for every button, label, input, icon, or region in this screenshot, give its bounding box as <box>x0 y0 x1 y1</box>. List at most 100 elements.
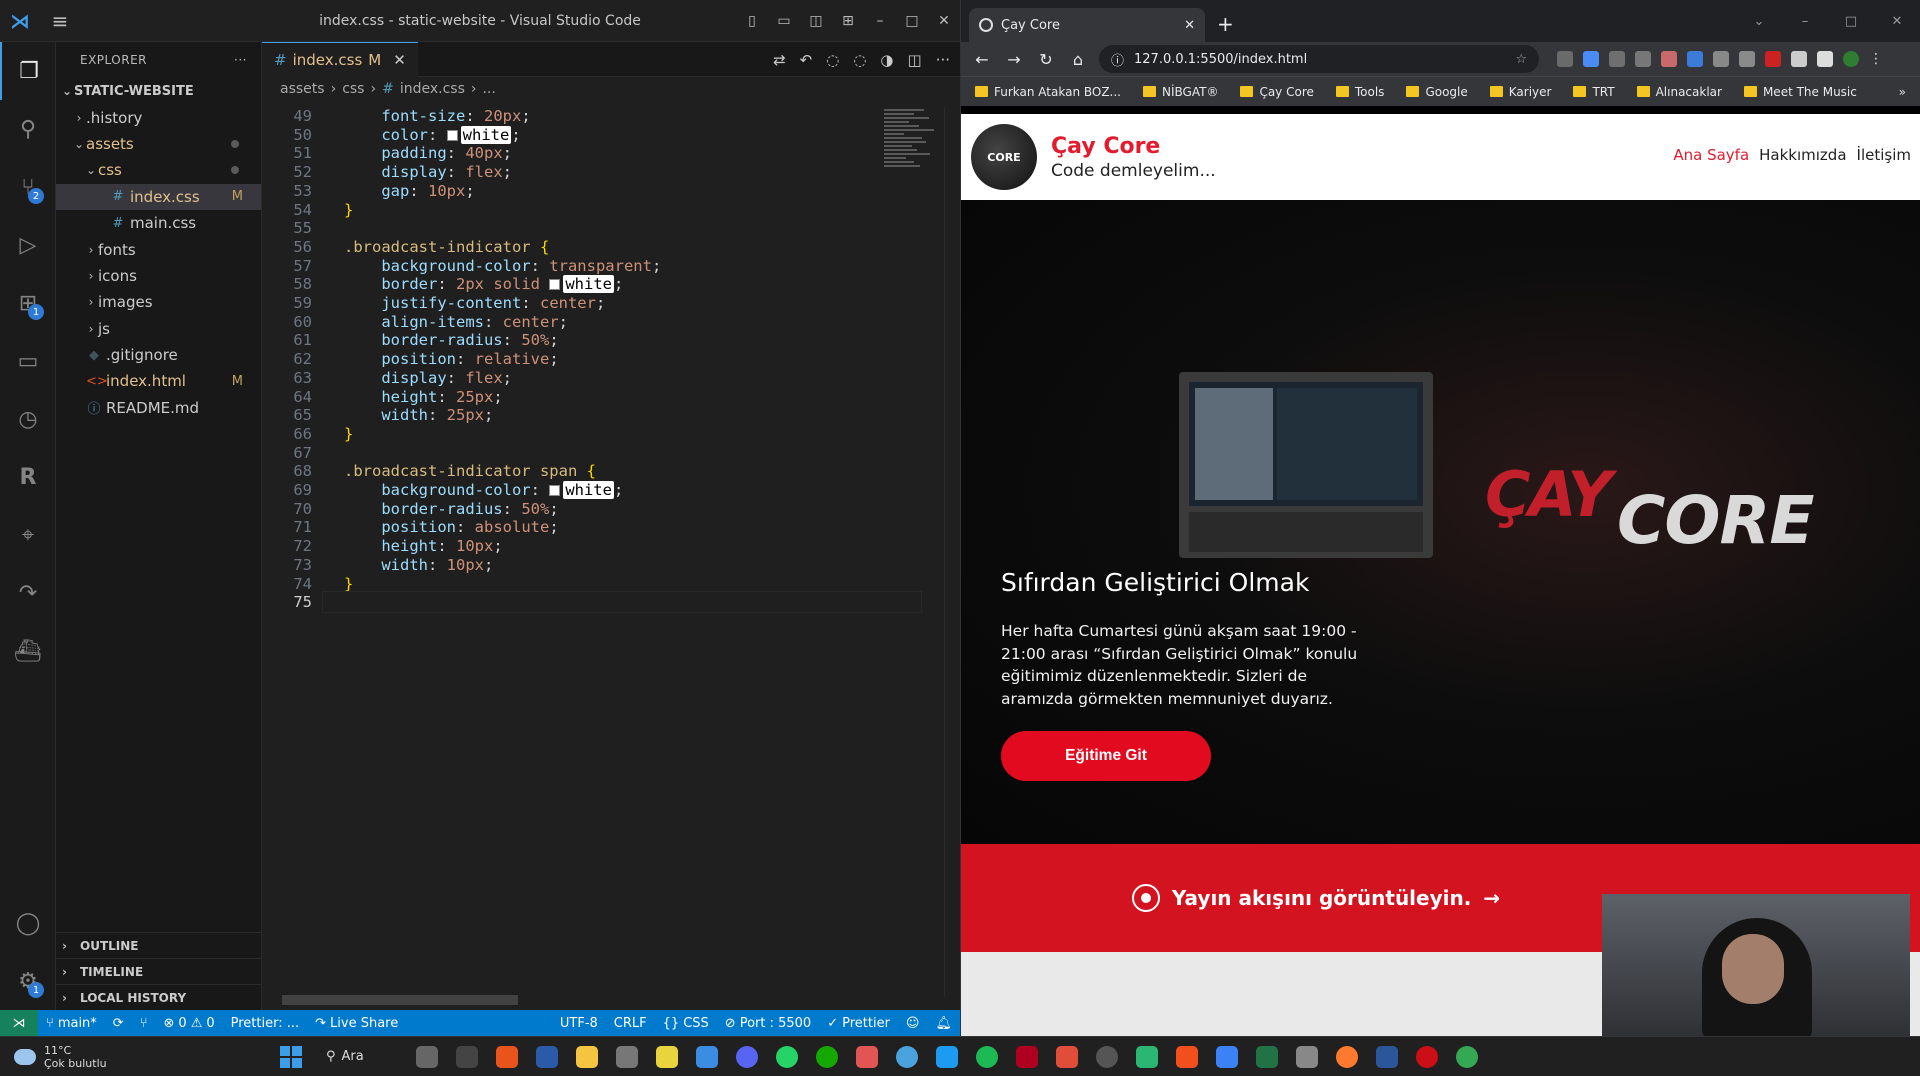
compare-changes-icon[interactable]: ⇄ <box>773 51 786 69</box>
branch-status[interactable]: ⑂ main* <box>38 1016 105 1031</box>
tree-file[interactable]: # index.css M <box>56 183 261 210</box>
bookmark-item[interactable]: Kariyer <box>1489 85 1551 99</box>
site-title[interactable]: Çay Core <box>1051 134 1216 159</box>
spotify-app-icon[interactable] <box>976 1045 998 1068</box>
tree-folder[interactable]: ⌄ assets <box>56 131 261 157</box>
explorer-icon[interactable]: ❐ <box>0 42 56 100</box>
more-actions-icon[interactable]: ··· <box>234 53 247 67</box>
figma-app-icon[interactable] <box>1176 1045 1198 1068</box>
forward-icon[interactable]: → <box>1003 50 1025 69</box>
toggle-panel-icon[interactable]: ▭ <box>768 13 800 29</box>
feedback-icon[interactable]: ☺ <box>898 1016 928 1031</box>
tree-file[interactable]: ◆ .gitignore <box>56 342 261 368</box>
tree-file[interactable]: # main.css <box>56 210 261 236</box>
tree-folder[interactable]: ⌄ css <box>56 157 261 183</box>
close-window-icon[interactable]: ✕ <box>928 13 960 29</box>
minimize-icon[interactable]: – <box>864 13 896 29</box>
nav-link-home[interactable]: Ana Sayfa <box>1673 146 1749 164</box>
extension-icon[interactable] <box>1687 51 1703 67</box>
section-local-history[interactable]: › LOCAL HISTORY <box>56 984 262 1010</box>
app-icon[interactable] <box>896 1045 918 1068</box>
go-to-training-button[interactable]: Eğitime Git <box>1001 731 1211 781</box>
word-app-icon[interactable] <box>1376 1045 1398 1068</box>
chrome-app-icon[interactable] <box>1456 1045 1478 1068</box>
bookmark-item[interactable]: Furkan Atakan BOZ... <box>975 85 1121 99</box>
problems-status[interactable]: ⊗ 0 ⚠ 0 <box>156 1016 223 1031</box>
bookmark-item[interactable]: TRT <box>1573 85 1615 99</box>
customize-layout-icon[interactable]: ⊞ <box>832 13 864 29</box>
source-control-icon[interactable]: ⑂ 2 <box>0 158 56 216</box>
search-icon[interactable]: ⚲ <box>0 100 56 158</box>
extensions-icon[interactable]: ⊞ 1 <box>0 274 56 332</box>
breadcrumb-item[interactable]: assets <box>280 81 325 97</box>
bookmark-star-icon[interactable]: ☆ <box>1515 52 1527 67</box>
run-debug-icon[interactable]: ▷ <box>0 216 56 274</box>
go-previous-change-icon[interactable]: ◌ <box>826 51 839 69</box>
tree-folder[interactable]: › .history <box>56 104 261 130</box>
color-swatch-icon[interactable] <box>549 485 561 496</box>
live-share-status[interactable]: ↷ Live Share <box>307 1016 406 1031</box>
app-icon[interactable] <box>1296 1045 1318 1068</box>
tree-folder[interactable]: › js <box>56 316 261 342</box>
bookmark-item[interactable]: Google <box>1406 85 1468 99</box>
bookmark-item[interactable]: Tools <box>1335 85 1384 99</box>
code-editor[interactable]: 49 font-size: 20px; 50 color: white; 51 pa… <box>262 107 922 1007</box>
settings-gear-icon[interactable]: ⚙ 1 <box>0 952 56 1010</box>
maximize-icon[interactable]: □ <box>896 13 928 29</box>
calendar-app-icon[interactable] <box>696 1045 718 1068</box>
tree-file[interactable]: ⓘ README.md <box>56 395 261 421</box>
map-pin-icon[interactable]: ⌖ <box>0 506 56 564</box>
menu-icon[interactable]: ≡ <box>40 0 80 42</box>
language-status[interactable]: {} CSS <box>655 1016 717 1031</box>
opera-app-icon[interactable] <box>1416 1045 1438 1068</box>
extension-icon[interactable] <box>1661 51 1677 67</box>
site-info-icon[interactable]: ⓘ <box>1111 50 1124 69</box>
address-bar[interactable]: ⓘ 127.0.0.1:5500/index.html ☆ <box>1099 45 1539 73</box>
toggle-sidebar-icon[interactable]: ▯ <box>736 13 768 29</box>
sticky-notes-app-icon[interactable] <box>656 1045 678 1068</box>
weather-widget[interactable]: 11°C Çok bulutlu <box>0 1044 260 1070</box>
app-icon[interactable] <box>1336 1045 1358 1068</box>
minimize-icon[interactable]: – <box>1782 14 1828 29</box>
eol-status[interactable]: CRLF <box>606 1016 655 1031</box>
timeline-icon[interactable]: ◷ <box>0 390 56 448</box>
notifications-bell-icon[interactable]: 🔔︎ <box>927 1016 960 1031</box>
docker-icon[interactable]: ⛴ <box>0 622 56 680</box>
tab-index-css[interactable]: # index.css M ✕ <box>262 42 418 77</box>
profile-avatar[interactable] <box>1843 51 1859 67</box>
extension-icon[interactable] <box>1739 51 1755 67</box>
extension-icon[interactable] <box>1765 51 1781 67</box>
app-icon[interactable] <box>856 1045 878 1068</box>
github-app-icon[interactable] <box>1096 1045 1118 1068</box>
go-back-icon[interactable]: ↶ <box>800 51 813 69</box>
home-icon[interactable]: ⌂ <box>1067 50 1089 69</box>
tree-folder[interactable]: › fonts <box>56 236 261 262</box>
excel-app-icon[interactable] <box>1256 1045 1278 1068</box>
taskbar-search[interactable]: ⚲ Ara <box>326 1049 396 1064</box>
discord-app-icon[interactable] <box>736 1045 758 1068</box>
bookmark-item[interactable]: NİBGAT® <box>1143 85 1218 99</box>
app-icon[interactable] <box>1056 1045 1078 1068</box>
close-tab-icon[interactable]: ✕ <box>1184 18 1195 33</box>
chrome-menu-icon[interactable]: ⋮ <box>1869 51 1883 67</box>
nav-link-contact[interactable]: İletişim <box>1857 146 1911 164</box>
more-editor-actions-icon[interactable]: ··· <box>936 51 950 69</box>
prettier-status[interactable]: ✓ Prettier <box>819 1016 898 1031</box>
tree-folder[interactable]: › images <box>56 289 261 315</box>
reload-icon[interactable]: ↻ <box>1035 50 1057 69</box>
toggle-secondary-sidebar-icon[interactable]: ◫ <box>800 13 832 29</box>
nav-link-about[interactable]: Hakkımızda <box>1759 146 1846 164</box>
site-logo[interactable]: CORE <box>971 124 1037 190</box>
close-window-icon[interactable]: ✕ <box>1874 14 1920 29</box>
upwork-app-icon[interactable] <box>816 1045 838 1068</box>
bookmark-item[interactable]: Çay Core <box>1240 85 1314 99</box>
project-root[interactable]: ⌄ STATIC-WEBSITE <box>56 78 261 104</box>
r-icon[interactable]: R <box>0 448 56 506</box>
bookmark-item[interactable]: Meet The Music <box>1743 85 1857 99</box>
windows-start-icon[interactable] <box>280 1045 302 1068</box>
breadcrumb-item[interactable]: css <box>342 81 364 97</box>
breadcrumb-item[interactable]: index.css <box>400 81 465 97</box>
extension-icon[interactable] <box>1583 51 1599 67</box>
minimap[interactable] <box>884 107 944 247</box>
bookmark-item[interactable]: Alınacaklar <box>1636 85 1722 99</box>
